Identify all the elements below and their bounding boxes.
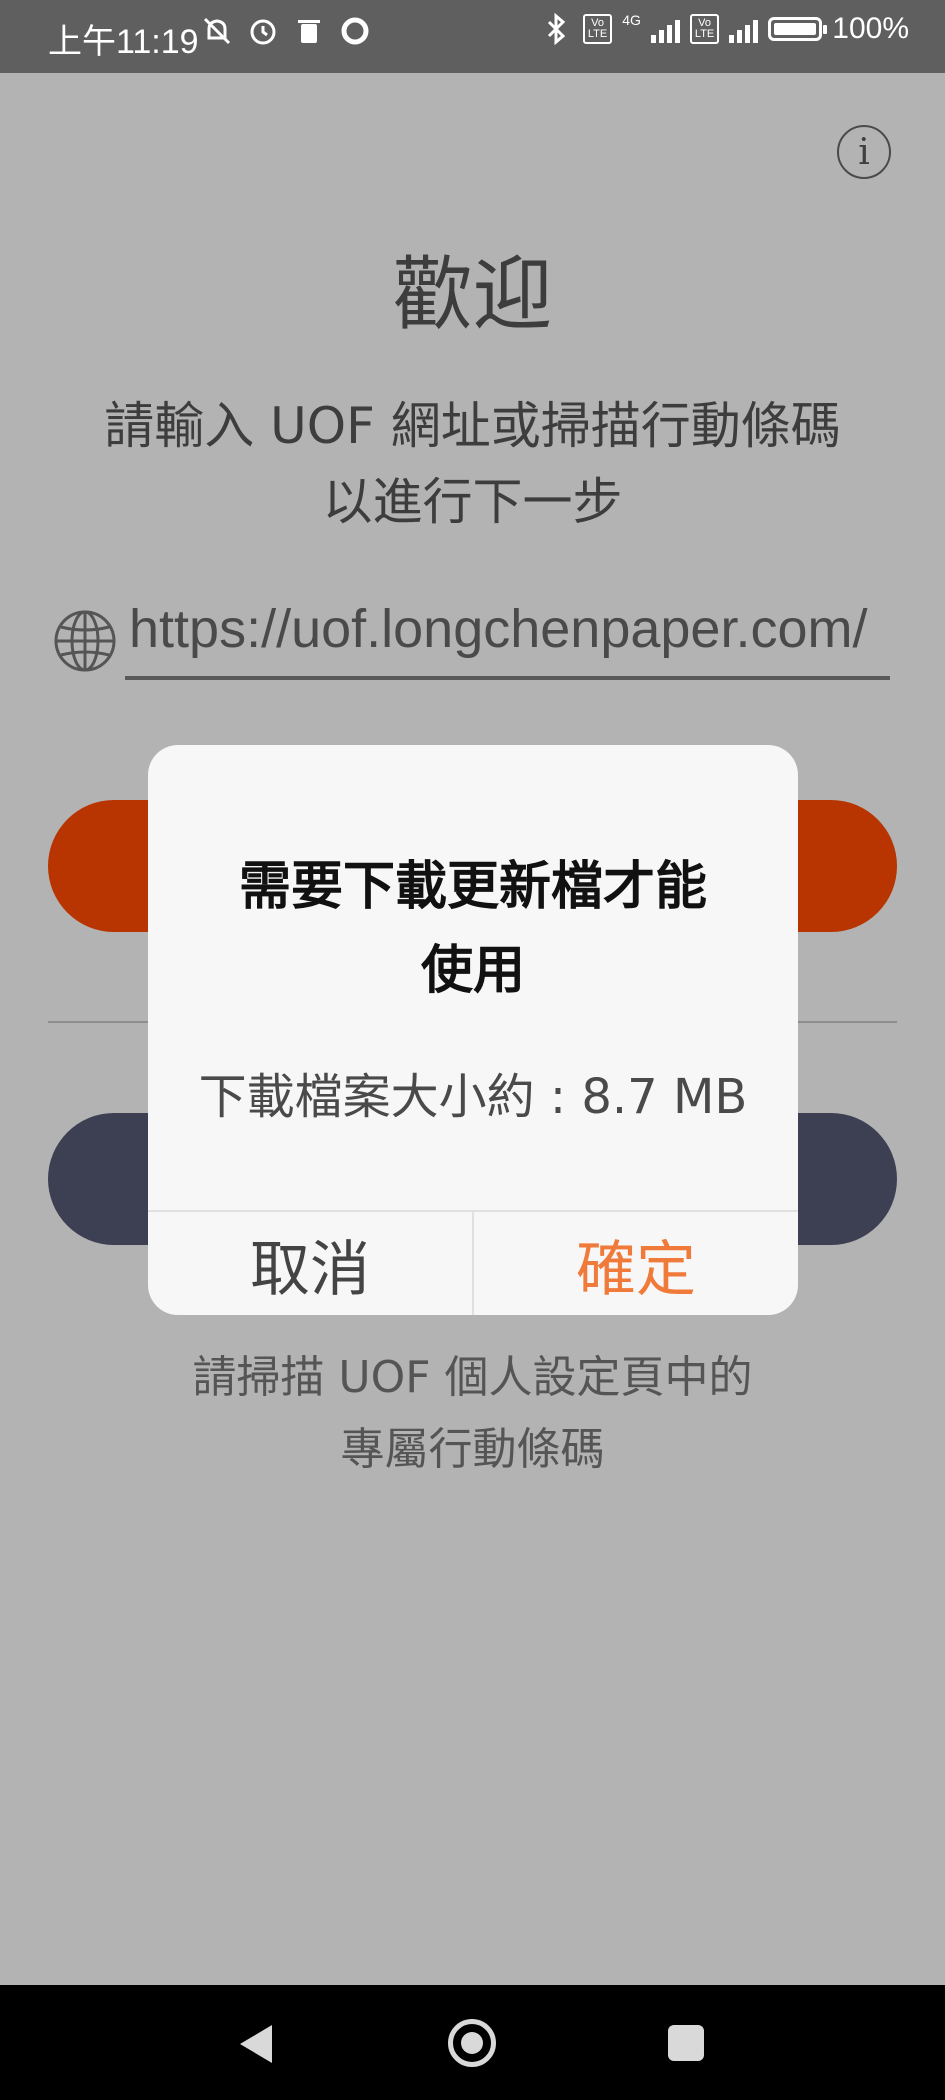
dialog-title: 需要下載更新檔才能 使用 [188, 845, 758, 1013]
signal-strength-icon-2 [729, 15, 759, 43]
trash-icon [292, 14, 326, 48]
scan-hint-line-2: 專屬行動條碼 [340, 1424, 605, 1475]
mute-icon [200, 14, 234, 48]
instruction-line-1: 請輸入 UOF 網址或掃描行動條碼 [104, 397, 841, 455]
navigation-bar [0, 1985, 945, 2100]
battery-level: 100% [832, 12, 909, 45]
instruction-text: 請輸入 UOF 網址或掃描行動條碼 以進行下一步 [60, 388, 885, 540]
alarm-icon [246, 14, 280, 48]
dialog-title-line-1: 需要下載更新檔才能 [238, 857, 707, 917]
bluetooth-icon [539, 12, 573, 46]
status-bar: 上午11:19 Vo LTE 4G Vo LTE 100% [0, 0, 945, 73]
dialog-message: 下載檔案大小約 : 8.7 MB [198, 1069, 748, 1125]
scan-hint-text: 請掃描 UOF 個人設定頁中的 專屬行動條碼 [80, 1342, 865, 1486]
cancel-button[interactable]: 取消 [148, 1212, 474, 1315]
url-input[interactable]: https://uof.longchenpaper.com/ [125, 598, 890, 680]
confirm-button[interactable]: 確定 [474, 1212, 798, 1315]
status-system-icons: Vo LTE 4G Vo LTE 100% [539, 12, 909, 46]
status-notification-icons [200, 14, 372, 48]
update-dialog: 需要下載更新檔才能 使用 下載檔案大小約 : 8.7 MB 取消 確定 [148, 745, 798, 1315]
volte-icon-2: Vo LTE [689, 14, 720, 44]
battery-icon [768, 17, 828, 41]
info-icon: i [858, 131, 870, 173]
dialog-actions: 取消 確定 [148, 1210, 798, 1315]
network-type: 4G [622, 12, 641, 28]
signal-strength-icon [650, 15, 680, 43]
circle-status-icon [338, 14, 372, 48]
page-title: 歡迎 [392, 248, 553, 341]
home-icon[interactable] [448, 2019, 496, 2067]
scan-hint-line-1: 請掃描 UOF 個人設定頁中的 [192, 1352, 753, 1403]
info-button[interactable]: i [837, 125, 891, 179]
globe-icon [54, 610, 116, 672]
dialog-title-line-2: 使用 [420, 941, 525, 1001]
status-time: 上午11:19 [48, 23, 199, 61]
recent-apps-icon[interactable] [668, 2025, 704, 2061]
back-icon[interactable] [240, 2025, 272, 2063]
instruction-line-2: 以進行下一步 [322, 473, 623, 531]
volte-icon: Vo LTE [582, 14, 613, 44]
